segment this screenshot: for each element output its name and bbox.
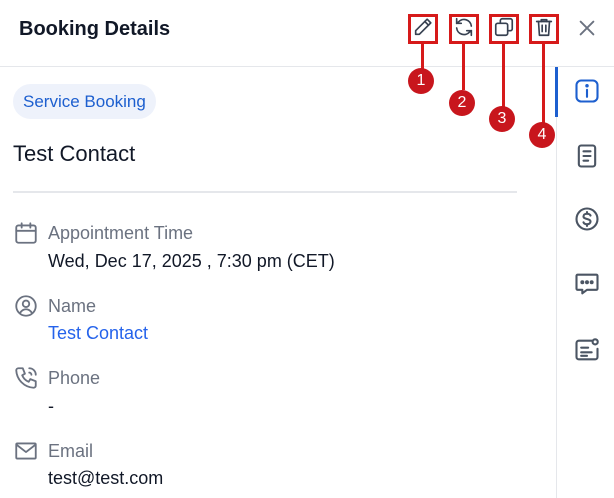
sidebar-tab-contact[interactable] [571,336,603,368]
panel-title: Booking Details [19,18,171,40]
info-icon [573,77,601,110]
copy-icon [493,16,515,43]
sidebar-tab-notes[interactable] [571,142,603,174]
contact-name-heading: Test Contact [13,141,136,166]
contact-card-icon [573,336,601,369]
booking-details-content: Service Booking Test Contact Appointment… [0,67,556,498]
phone-label: Phone [48,368,101,388]
trash-icon [533,16,555,43]
edit-icon [412,16,434,43]
chat-icon [573,270,601,303]
reschedule-icon [453,16,475,43]
mail-icon [13,438,39,464]
duplicate-button[interactable] [489,14,519,44]
active-tab-indicator [555,67,558,117]
divider [13,191,517,193]
right-sidebar [555,67,614,498]
sidebar-tab-info[interactable] [571,77,603,109]
notes-icon [573,142,601,175]
calendar-icon [13,220,39,246]
email-value: test@test.com [48,468,164,488]
appointment-time-label: Appointment Time [48,223,194,243]
name-label: Name [48,296,97,316]
phone-value: - [48,396,54,416]
close-button[interactable] [572,15,602,45]
panel-header: Booking Details [0,0,614,67]
edit-button[interactable] [408,14,438,44]
appointment-time-value: Wed, Dec 17, 2025 , 7:30 pm (CET) [48,251,335,271]
dollar-icon [573,205,601,238]
email-label: Email [48,441,94,461]
sidebar-tab-payments[interactable] [571,205,603,237]
contact-name-link[interactable]: Test Contact [48,323,148,344]
booking-type-badge: Service Booking [13,84,156,119]
delete-button[interactable] [529,14,559,44]
reschedule-button[interactable] [449,14,479,44]
sidebar-tab-conversations[interactable] [571,270,603,302]
user-icon [13,293,39,319]
close-icon [576,17,598,44]
phone-icon [13,365,39,391]
